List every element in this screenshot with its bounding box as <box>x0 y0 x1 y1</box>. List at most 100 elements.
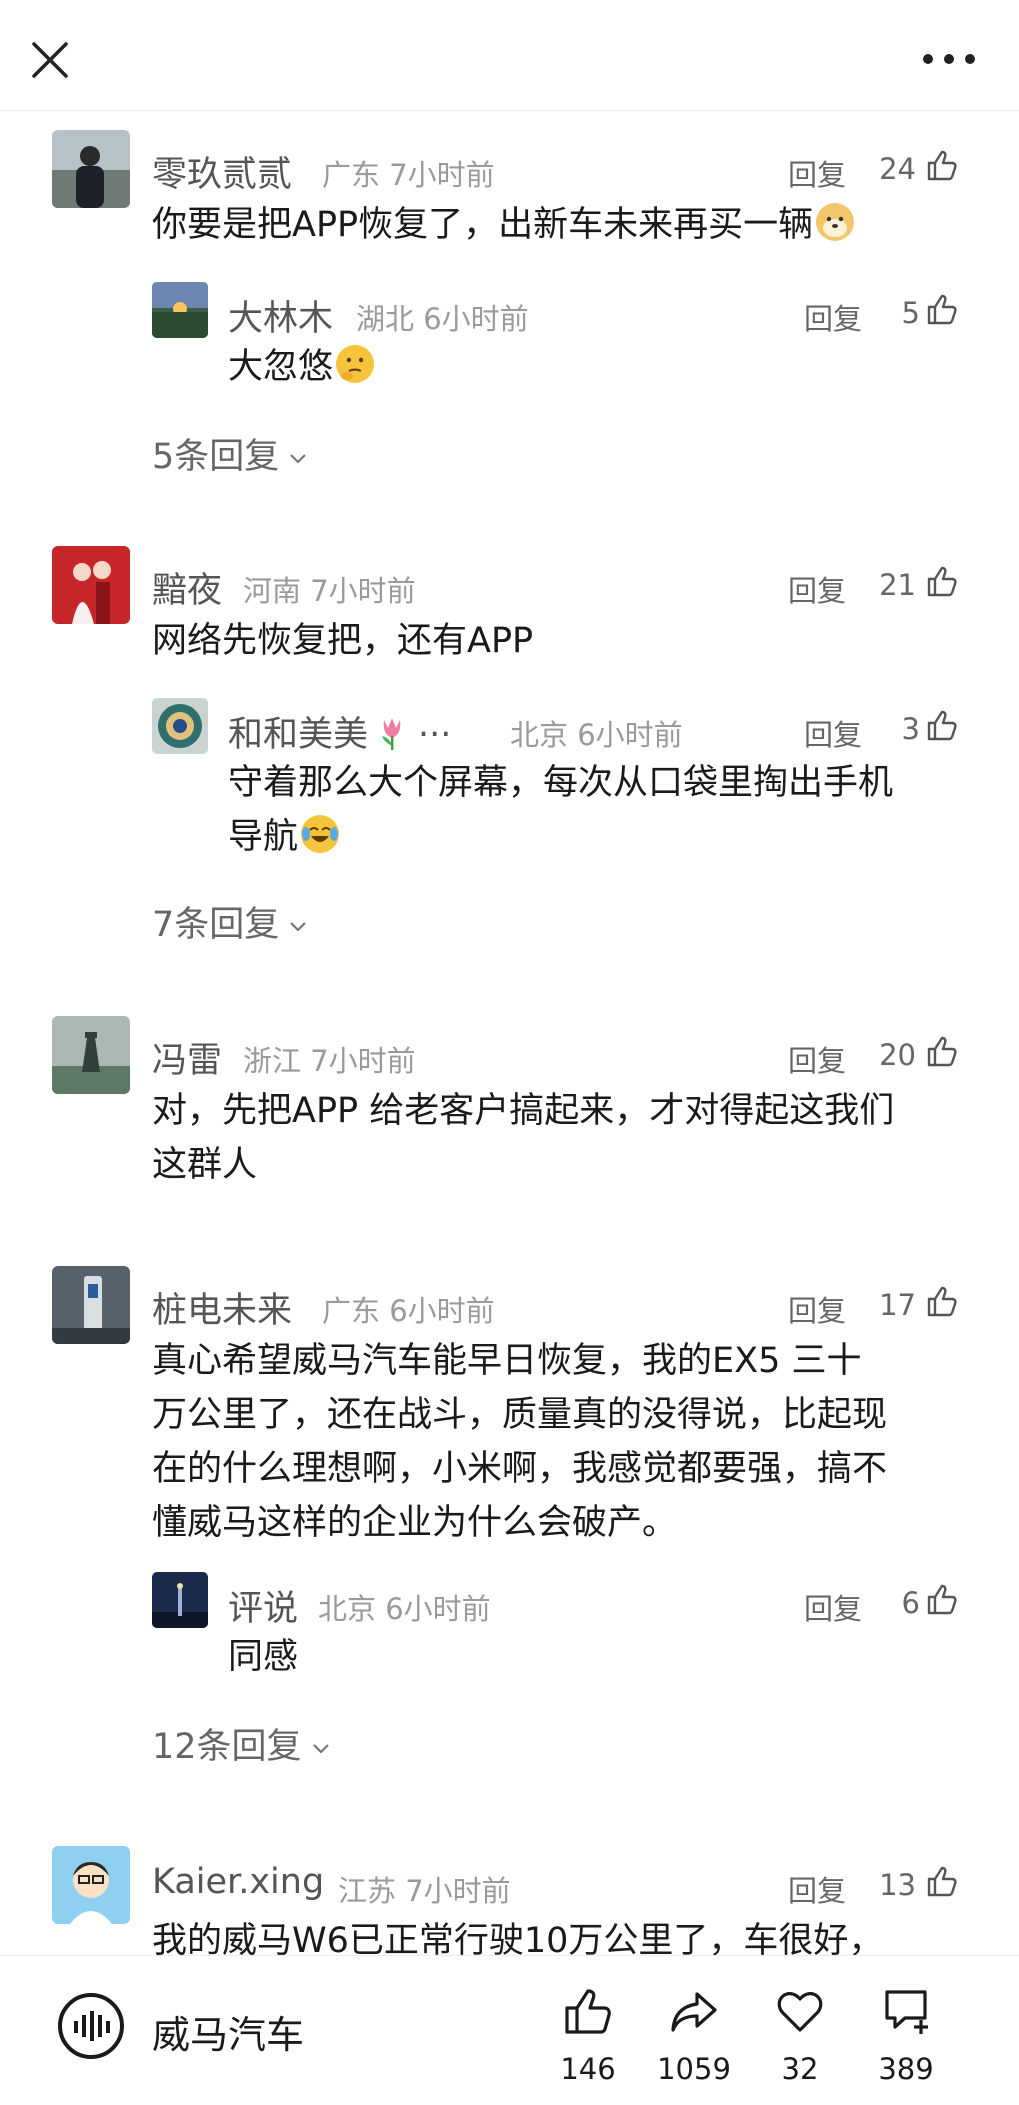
avatar[interactable] <box>152 698 208 754</box>
close-icon[interactable] <box>28 38 72 82</box>
comment-action[interactable]: 389 <box>856 1984 956 2086</box>
reply-location: 湖北 6小时前 <box>356 296 529 338</box>
reply-button[interactable]: 回复 <box>788 1288 846 1330</box>
thumbs-up-icon <box>565 1989 611 2034</box>
thinking-emoji <box>336 345 375 383</box>
comment-text: 我的威马W6已正常行驶10万公里了，车很好， <box>152 1921 884 1955</box>
comment-text: 真心希望威马汽车能早日恢复，我的EX5 三十 万公里了，还在战斗，质量真的没得说… <box>152 1334 982 1550</box>
chevron-down-icon <box>290 922 307 932</box>
location-text: 河南 <box>243 574 302 608</box>
more-replies-link[interactable]: 7条回复 <box>152 896 309 947</box>
thumbs-up-icon[interactable] <box>926 148 960 182</box>
like-count: 20 <box>879 1038 916 1072</box>
comment-text: 对，先把APP 给老客户搞起来，才对得起这我们 这群人 <box>152 1084 982 1192</box>
time-text: 7小时前 <box>389 158 495 192</box>
reply-button[interactable]: 回复 <box>804 296 862 338</box>
comment-text-line: 在的什么理想啊，小米啊，我感觉都要强，搞不 <box>152 1449 888 1489</box>
location-text: 北京 <box>318 1592 377 1626</box>
more-replies-link[interactable]: 12条回复 <box>152 1718 332 1769</box>
comment-feed[interactable]: 零玖贰贰 广东 7小时前 回复 24 你要是把APP恢复了，出新车未来再买一辆 … <box>0 110 1019 1955</box>
avatar[interactable] <box>52 1846 130 1924</box>
comment-location: 浙江 7小时前 <box>243 1038 416 1080</box>
reply-text-line: 导航 <box>228 810 978 864</box>
thumbs-up-icon[interactable] <box>926 1284 960 1318</box>
avatar[interactable] <box>52 130 130 208</box>
comment-author[interactable]: 零玖贰贰 <box>152 146 292 197</box>
reply-author[interactable]: 大林木 <box>228 290 333 341</box>
reply-button[interactable]: 回复 <box>788 1038 846 1080</box>
thumbs-up-icon[interactable] <box>926 292 960 326</box>
avatar[interactable] <box>152 282 208 338</box>
reply-author[interactable]: 和和美美 ··· <box>228 706 451 757</box>
top-bar <box>0 0 1019 111</box>
thumbs-up-icon[interactable] <box>926 564 960 598</box>
more-replies-label: 12条回复 <box>152 1727 302 1767</box>
reply-author-name: 和和美美 <box>228 715 369 755</box>
time-text: 6小时前 <box>385 1592 491 1626</box>
time-text: 7小时前 <box>405 1874 511 1908</box>
brand-logo-icon[interactable] <box>56 1991 126 2061</box>
like-count: 6 <box>901 1586 920 1620</box>
location-text: 广东 <box>322 158 381 192</box>
share-total: 1059 <box>657 2052 731 2086</box>
comment-text-line: 真心希望威马汽车能早日恢复，我的EX5 三十 <box>152 1341 862 1381</box>
chevron-down-icon <box>312 1744 329 1754</box>
comment-text-content: 你要是把APP恢复了，出新车未来再买一辆 <box>152 205 814 245</box>
reply-button[interactable]: 回复 <box>788 568 846 610</box>
share-icon <box>671 1992 717 2032</box>
comment-author[interactable]: Kaier.xing <box>152 1862 324 1902</box>
location-text: 北京 <box>510 718 569 752</box>
like-count: 17 <box>879 1288 916 1322</box>
location-text: 广东 <box>322 1294 381 1328</box>
bottom-bar: 威马汽车 146 1059 32 389 <box>0 1955 1019 2105</box>
comment-author[interactable]: 桩电未来 <box>152 1282 292 1333</box>
comment-author[interactable]: 冯雷 <box>152 1032 222 1083</box>
more-horizontal-icon[interactable] <box>919 50 979 68</box>
time-text: 6小时前 <box>389 1294 495 1328</box>
like-count: 21 <box>879 568 916 602</box>
location-text: 浙江 <box>243 1044 302 1078</box>
location-text: 江苏 <box>338 1874 397 1908</box>
reply-author-suffix: ··· <box>418 715 452 755</box>
reply-author[interactable]: 评说 <box>228 1580 298 1631</box>
comment-location: 广东 6小时前 <box>322 1288 495 1330</box>
comment-location: 广东 7小时前 <box>322 152 495 194</box>
thumbs-up-icon[interactable] <box>926 708 960 742</box>
comment-add-icon <box>885 1990 928 2034</box>
more-replies-label: 7条回复 <box>152 905 280 945</box>
reply-button[interactable]: 回复 <box>788 1868 846 1910</box>
like-count: 5 <box>901 296 920 330</box>
reply-button[interactable]: 回复 <box>804 712 862 754</box>
brand-name[interactable]: 威马汽车 <box>152 2004 304 2059</box>
thumbs-up-icon[interactable] <box>926 1864 960 1898</box>
location-text: 湖北 <box>356 302 415 336</box>
comment-location: 江苏 7小时前 <box>338 1868 511 1910</box>
share-action[interactable]: 1059 <box>644 1984 744 2086</box>
reply-text-content: 大忽悠 <box>228 347 334 387</box>
comment-text-line: 这群人 <box>152 1145 258 1185</box>
chevron-down-icon <box>290 454 307 464</box>
heart-icon <box>777 1992 823 2032</box>
favorite-total: 32 <box>781 2052 819 2086</box>
more-replies-label: 5条回复 <box>152 437 280 477</box>
avatar[interactable] <box>52 546 130 624</box>
reply-location: 北京 6小时前 <box>318 1586 491 1628</box>
avatar[interactable] <box>52 1266 130 1344</box>
avatar[interactable] <box>152 1572 208 1628</box>
favorite-action[interactable]: 32 <box>750 1984 850 2086</box>
reply-button[interactable]: 回复 <box>788 152 846 194</box>
like-total: 146 <box>560 2052 616 2086</box>
comment-author[interactable]: 黯夜 <box>152 562 222 613</box>
reply-location: 北京 6小时前 <box>510 712 683 754</box>
thumbs-up-icon[interactable] <box>926 1582 960 1616</box>
avatar[interactable] <box>52 1016 130 1094</box>
thumbs-up-icon[interactable] <box>926 1034 960 1068</box>
reply-button[interactable]: 回复 <box>804 1586 862 1628</box>
reply-text: 同感 <box>228 1637 299 1677</box>
time-text: 6小时前 <box>423 302 529 336</box>
like-action[interactable]: 146 <box>538 1984 638 2086</box>
comment-total: 389 <box>878 2052 934 2086</box>
like-count: 13 <box>879 1868 916 1902</box>
more-replies-link[interactable]: 5条回复 <box>152 428 309 479</box>
like-count: 24 <box>879 152 916 186</box>
